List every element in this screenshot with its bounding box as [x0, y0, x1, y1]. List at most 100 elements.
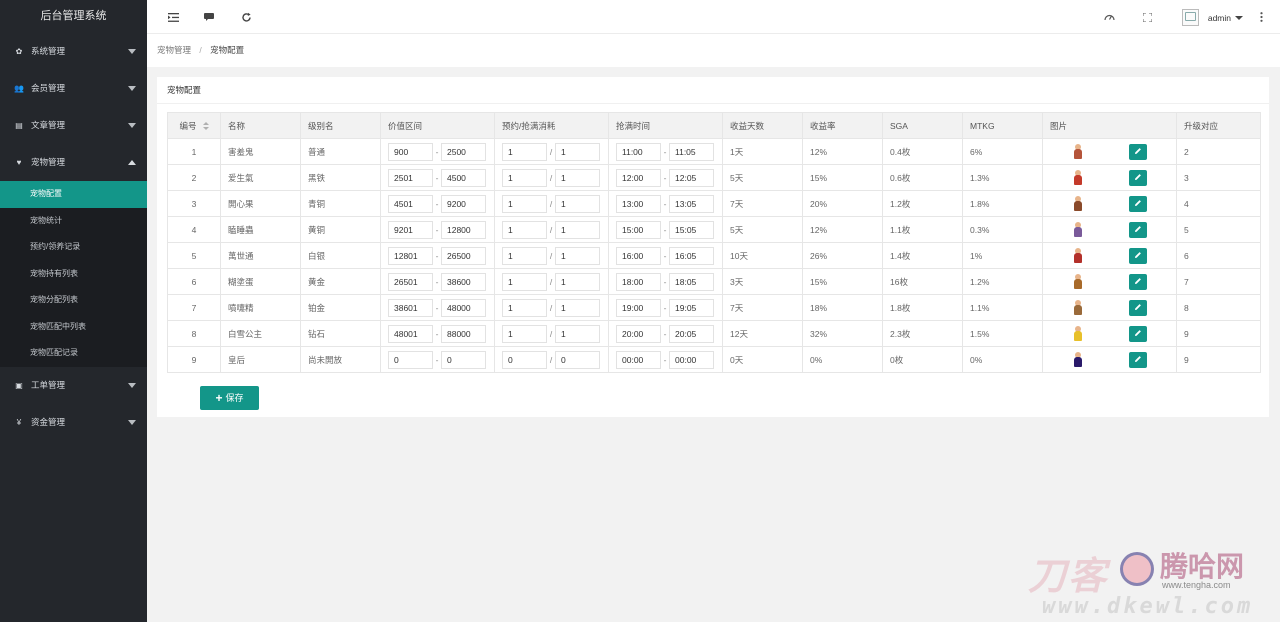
- menu-toggle-icon[interactable]: [166, 10, 180, 24]
- column-header[interactable]: 编号: [167, 112, 221, 139]
- time-end-input[interactable]: 19:05: [669, 298, 714, 317]
- time-start-input[interactable]: 19:00: [616, 298, 661, 317]
- message-icon[interactable]: [202, 10, 216, 24]
- cell-upgrade: 7: [1176, 268, 1261, 295]
- submenu-item[interactable]: 宠物匹配记录: [0, 340, 147, 367]
- sidebar-item-label: 系统管理: [31, 46, 66, 56]
- value-range-start-input[interactable]: 4501: [388, 194, 433, 213]
- value-range-start-input[interactable]: 9201: [388, 220, 433, 239]
- cost-start-input[interactable]: 0: [502, 350, 547, 369]
- edit-image-button[interactable]: [1128, 273, 1147, 290]
- time-start-input[interactable]: 12:00: [616, 168, 661, 187]
- cost-end-input[interactable]: 1: [555, 272, 600, 291]
- submenu-item[interactable]: 预约/领养记录: [0, 234, 147, 261]
- edit-image-button[interactable]: [1128, 169, 1147, 186]
- cell-upgrade: 4: [1176, 190, 1261, 217]
- cell-level: 尚未開放: [300, 346, 381, 373]
- edit-image-button[interactable]: [1128, 143, 1147, 160]
- breadcrumb-parent[interactable]: 宠物管理: [157, 45, 191, 55]
- submenu-item[interactable]: 宠物分配列表: [0, 287, 147, 314]
- time-start-input[interactable]: 15:00: [616, 220, 661, 239]
- value-range-end-input[interactable]: 12800: [441, 220, 486, 239]
- edit-image-button[interactable]: [1128, 221, 1147, 238]
- sidebar-item-yen[interactable]: ¥ 资金管理: [0, 404, 147, 441]
- value-range-start-input[interactable]: 0: [388, 350, 433, 369]
- sidebar-item-ticket[interactable]: ▣ 工单管理: [0, 367, 147, 404]
- value-range-start-input[interactable]: 900: [388, 142, 433, 161]
- value-range-end-input[interactable]: 9200: [441, 194, 486, 213]
- cost-end-input[interactable]: 1: [555, 324, 600, 343]
- value-range-end-input[interactable]: 48000: [441, 298, 486, 317]
- refresh-icon[interactable]: [239, 10, 253, 24]
- cell-id: 5: [167, 242, 221, 269]
- cost-end-input[interactable]: 1: [555, 298, 600, 317]
- table-row: 8 白雪公主 钻石 48001-88000 1/1 20:00-20:05 12天 32% 2.…: [167, 320, 1261, 347]
- sidebar-item-gear[interactable]: ✿ 系统管理: [0, 33, 147, 70]
- cost-start-input[interactable]: 1: [502, 142, 547, 161]
- time-start-input[interactable]: 00:00: [616, 350, 661, 369]
- cost-end-input[interactable]: 0: [555, 350, 600, 369]
- sidebar-item-article[interactable]: ▤ 文章管理: [0, 107, 147, 144]
- time-start-input[interactable]: 11:00: [616, 142, 661, 161]
- value-range-start-input[interactable]: 12801: [388, 246, 433, 265]
- time-end-input[interactable]: 15:05: [669, 220, 714, 239]
- cost-end-input[interactable]: 1: [555, 220, 600, 239]
- cell-rate: 0%: [802, 346, 883, 373]
- sidebar-item-heart[interactable]: ♥ 宠物管理: [0, 144, 147, 181]
- cost-start-input[interactable]: 1: [502, 298, 547, 317]
- cost-start-input[interactable]: 1: [502, 246, 547, 265]
- value-range-end-input[interactable]: 88000: [441, 324, 486, 343]
- range-separator: -: [663, 302, 667, 313]
- save-button[interactable]: + 保存: [200, 386, 259, 410]
- fullscreen-icon[interactable]: [1140, 10, 1154, 24]
- value-range-end-input[interactable]: 2500: [441, 142, 486, 161]
- column-header-label: SGA: [890, 120, 908, 131]
- submenu-item[interactable]: 宠物配置: [0, 181, 147, 208]
- time-end-input[interactable]: 11:05: [669, 142, 714, 161]
- more-icon[interactable]: [1254, 10, 1268, 24]
- time-end-input[interactable]: 16:05: [669, 246, 714, 265]
- cost-start-input[interactable]: 1: [502, 324, 547, 343]
- cost-start-input[interactable]: 1: [502, 220, 547, 239]
- cost-end-input[interactable]: 1: [555, 194, 600, 213]
- edit-image-button[interactable]: [1128, 325, 1147, 342]
- submenu-item[interactable]: 宠物统计: [0, 208, 147, 235]
- cost-start-input[interactable]: 1: [502, 168, 547, 187]
- time-start-input[interactable]: 13:00: [616, 194, 661, 213]
- cost-end-input[interactable]: 1: [555, 142, 600, 161]
- cell-picture: [1042, 242, 1177, 269]
- cell-cost: 1/1: [494, 320, 609, 347]
- time-end-input[interactable]: 13:05: [669, 194, 714, 213]
- cost-start-input[interactable]: 1: [502, 272, 547, 291]
- time-start-input[interactable]: 20:00: [616, 324, 661, 343]
- cell-time: 12:00-12:05: [608, 164, 723, 191]
- cost-start-input[interactable]: 1: [502, 194, 547, 213]
- time-start-input[interactable]: 16:00: [616, 246, 661, 265]
- time-start-input[interactable]: 18:00: [616, 272, 661, 291]
- time-end-input[interactable]: 00:00: [669, 350, 714, 369]
- sidebar-item-users[interactable]: 👥 会员管理: [0, 70, 147, 107]
- value-range-end-input[interactable]: 4500: [441, 168, 486, 187]
- submenu-item[interactable]: 宠物匹配中列表: [0, 314, 147, 341]
- time-end-input[interactable]: 18:05: [669, 272, 714, 291]
- time-end-input[interactable]: 12:05: [669, 168, 714, 187]
- theme-icon[interactable]: [1102, 10, 1116, 24]
- cost-end-input[interactable]: 1: [555, 168, 600, 187]
- value-range-end-input[interactable]: 26500: [441, 246, 486, 265]
- value-range-start-input[interactable]: 26501: [388, 272, 433, 291]
- cell-mtkg: 1%: [962, 242, 1043, 269]
- sort-icon[interactable]: [202, 122, 209, 131]
- value-range-start-input[interactable]: 38601: [388, 298, 433, 317]
- value-range-start-input[interactable]: 48001: [388, 324, 433, 343]
- edit-image-button[interactable]: [1128, 195, 1147, 212]
- value-range-start-input[interactable]: 2501: [388, 168, 433, 187]
- time-end-input[interactable]: 20:05: [669, 324, 714, 343]
- submenu-item[interactable]: 宠物持有列表: [0, 261, 147, 288]
- user-menu[interactable]: admin: [1181, 9, 1243, 26]
- edit-image-button[interactable]: [1128, 247, 1147, 264]
- value-range-end-input[interactable]: 38600: [441, 272, 486, 291]
- cost-end-input[interactable]: 1: [555, 246, 600, 265]
- value-range-end-input[interactable]: 0: [441, 350, 486, 369]
- edit-image-button[interactable]: [1128, 299, 1147, 316]
- edit-image-button[interactable]: [1128, 351, 1147, 368]
